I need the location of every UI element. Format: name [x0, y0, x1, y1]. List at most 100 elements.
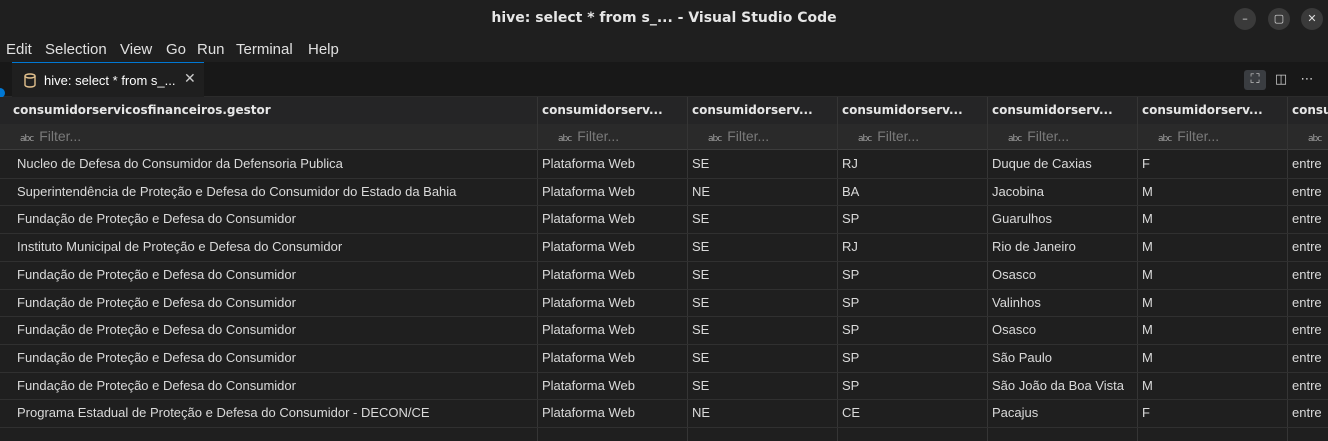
table-cell[interactable]: CE [842, 405, 984, 420]
column-header[interactable]: consumidorserv... [992, 103, 1124, 117]
table-cell[interactable]: NE [692, 405, 834, 420]
column-filter-input[interactable]: abcFilter... [1008, 128, 1136, 144]
table-cell[interactable]: Fundação de Proteção e Defesa do Consumi… [17, 378, 535, 393]
menu-view[interactable]: View [120, 41, 152, 58]
table-cell[interactable]: M [1142, 211, 1284, 226]
column-separator[interactable] [987, 97, 988, 441]
table-cell[interactable]: entre [1292, 267, 1328, 282]
column-separator[interactable] [1137, 97, 1138, 441]
table-cell[interactable]: Instituto Municipal de Proteção e Defesa… [17, 239, 535, 254]
table-cell[interactable]: SE [692, 211, 834, 226]
maximize-button[interactable]: ▢ [1268, 8, 1290, 30]
table-cell[interactable]: SP [842, 267, 984, 282]
table-cell[interactable]: Fundação de Proteção e Defesa do Consumi… [17, 322, 535, 337]
column-filter-input[interactable]: abcFilter... [558, 128, 686, 144]
table-cell[interactable]: Fundação de Proteção e Defesa do Consumi… [17, 350, 535, 365]
column-separator[interactable] [1287, 97, 1288, 441]
table-cell[interactable]: Plataforma Web [542, 322, 684, 337]
menu-go[interactable]: Go [166, 41, 186, 58]
table-cell[interactable]: M [1142, 184, 1284, 199]
split-editor-icon[interactable]: ◫ [1270, 70, 1292, 90]
table-cell[interactable]: Plataforma Web [542, 184, 684, 199]
column-header[interactable]: consumidorserv... [842, 103, 974, 117]
table-cell[interactable]: M [1142, 267, 1284, 282]
more-actions-icon[interactable]: ⋯ [1296, 70, 1318, 90]
column-separator[interactable] [687, 97, 688, 441]
table-cell[interactable]: SP [842, 211, 984, 226]
table-cell[interactable]: M [1142, 239, 1284, 254]
table-cell[interactable]: entre [1292, 295, 1328, 310]
table-cell[interactable]: Plataforma Web [542, 295, 684, 310]
table-cell[interactable]: entre [1292, 350, 1328, 365]
table-cell[interactable]: SE [692, 156, 834, 171]
column-header[interactable]: consumidorserv... [542, 103, 674, 117]
table-cell[interactable]: F [1142, 156, 1284, 171]
table-cell[interactable]: Plataforma Web [542, 239, 684, 254]
table-cell[interactable]: Plataforma Web [542, 156, 684, 171]
table-cell[interactable]: Fundação de Proteção e Defesa do Consumi… [17, 295, 535, 310]
table-cell[interactable]: Fundação de Proteção e Defesa do Consumi… [17, 211, 535, 226]
table-cell[interactable]: M [1142, 378, 1284, 393]
column-header[interactable]: consumidorservicosfinanceiros.gestor [13, 103, 533, 117]
table-cell[interactable]: entre [1292, 405, 1328, 420]
table-cell[interactable]: SE [692, 239, 834, 254]
minimize-button[interactable]: – [1234, 8, 1256, 30]
table-cell[interactable]: SE [692, 267, 834, 282]
table-cell[interactable]: SP [842, 350, 984, 365]
menu-edit[interactable]: Edit [6, 41, 32, 58]
column-filter-input[interactable]: abcFilter... [858, 128, 986, 144]
table-cell[interactable]: Rio de Janeiro [992, 239, 1134, 254]
table-cell[interactable]: Jacobina [992, 184, 1134, 199]
table-cell[interactable]: Osasco [992, 267, 1134, 282]
close-window-button[interactable]: ✕ [1301, 8, 1323, 30]
tab-hive-query[interactable]: hive: select * from s_... ✕ [12, 62, 204, 97]
table-cell[interactable]: SP [842, 322, 984, 337]
menu-help[interactable]: Help [308, 41, 339, 58]
table-cell[interactable]: Nucleo de Defesa do Consumidor da Defens… [17, 156, 535, 171]
table-cell[interactable]: Duque de Caxias [992, 156, 1134, 171]
table-cell[interactable]: Programa Estadual de Proteção e Defesa d… [17, 405, 535, 420]
table-cell[interactable]: SE [692, 378, 834, 393]
menu-run[interactable]: Run [197, 41, 225, 58]
table-cell[interactable]: SE [692, 322, 834, 337]
table-cell[interactable]: SP [842, 295, 984, 310]
table-cell[interactable]: SE [692, 350, 834, 365]
table-cell[interactable]: Valinhos [992, 295, 1134, 310]
table-cell[interactable]: São Paulo [992, 350, 1134, 365]
column-header[interactable]: consumidorserv... [692, 103, 824, 117]
table-cell[interactable]: entre [1292, 156, 1328, 171]
column-separator[interactable] [537, 97, 538, 441]
table-cell[interactable]: RJ [842, 156, 984, 171]
column-header[interactable]: consumidorserv... [1142, 103, 1274, 117]
fullscreen-icon[interactable]: ⛶ [1244, 70, 1266, 90]
column-filter-input[interactable]: abcFilter... [1158, 128, 1286, 144]
table-cell[interactable]: Plataforma Web [542, 267, 684, 282]
close-icon[interactable]: ✕ [184, 71, 196, 87]
column-filter-input[interactable]: abcFilter... [1308, 128, 1328, 144]
table-cell[interactable]: entre [1292, 378, 1328, 393]
table-cell[interactable]: Pacajus [992, 405, 1134, 420]
table-cell[interactable]: F [1142, 405, 1284, 420]
table-cell[interactable]: Osasco [992, 322, 1134, 337]
table-cell[interactable]: Plataforma Web [542, 405, 684, 420]
table-cell[interactable]: M [1142, 295, 1284, 310]
column-header[interactable]: consu [1292, 103, 1328, 117]
table-cell[interactable]: SP [842, 378, 984, 393]
table-cell[interactable]: Plataforma Web [542, 211, 684, 226]
column-separator[interactable] [837, 97, 838, 441]
menu-selection[interactable]: Selection [45, 41, 107, 58]
table-cell[interactable]: entre [1292, 184, 1328, 199]
table-cell[interactable]: BA [842, 184, 984, 199]
table-cell[interactable]: São João da Boa Vista [992, 378, 1134, 393]
menu-terminal[interactable]: Terminal [236, 41, 293, 58]
table-cell[interactable]: Superintendência de Proteção e Defesa do… [17, 184, 535, 199]
table-cell[interactable]: Guarulhos [992, 211, 1134, 226]
table-cell[interactable]: M [1142, 322, 1284, 337]
table-cell[interactable]: M [1142, 350, 1284, 365]
table-cell[interactable]: NE [692, 184, 834, 199]
table-cell[interactable]: Fundação de Proteção e Defesa do Consumi… [17, 267, 535, 282]
table-cell[interactable]: Plataforma Web [542, 378, 684, 393]
table-cell[interactable]: RJ [842, 239, 984, 254]
column-filter-input[interactable]: abcFilter... [20, 128, 536, 144]
column-filter-input[interactable]: abcFilter... [708, 128, 836, 144]
